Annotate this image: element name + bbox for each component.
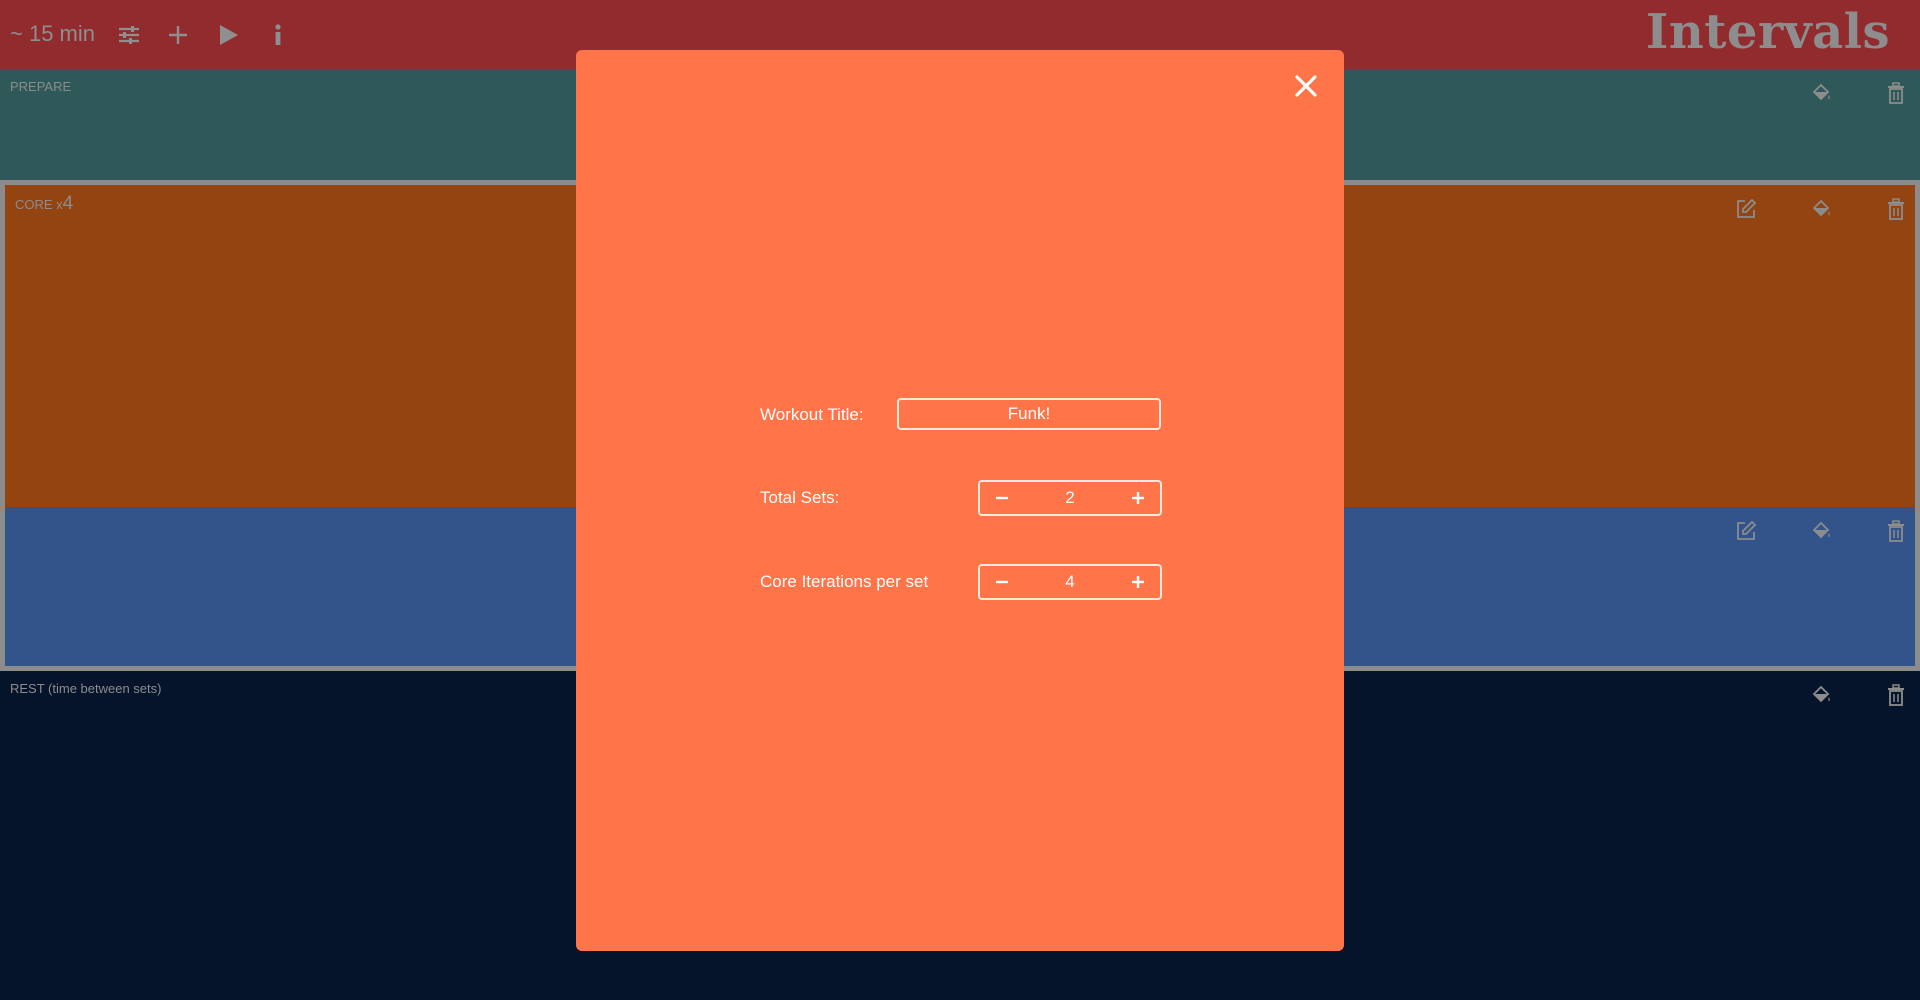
core-iterations-label: Core Iterations per set (760, 572, 929, 591)
workout-duration: ~ 15 min (10, 21, 95, 46)
trash-icon[interactable] (1882, 681, 1910, 709)
core-label-text: CORE x (15, 197, 63, 212)
core-multiplier: 4 (62, 193, 74, 214)
plus-icon[interactable] (1116, 566, 1160, 598)
close-icon[interactable] (1290, 70, 1322, 102)
paint-bucket-icon[interactable] (1807, 195, 1835, 223)
section-label-core: CORE x4 (15, 193, 73, 215)
total-sets-stepper: 2 (978, 480, 1162, 516)
section-label-rest: REST (time between sets) (10, 681, 162, 696)
info-icon[interactable] (261, 18, 295, 52)
plus-icon[interactable] (1116, 482, 1160, 514)
core-iterations-value: 4 (1065, 572, 1075, 591)
section-label-prepare: PREPARE (10, 79, 72, 94)
edit-icon[interactable] (1732, 195, 1760, 223)
core-iterations-row: Core Iterations per set 4 (760, 564, 1162, 600)
trash-icon[interactable] (1882, 195, 1910, 223)
trash-icon[interactable] (1882, 517, 1910, 545)
total-sets-value: 2 (1065, 488, 1075, 507)
minus-icon[interactable] (980, 566, 1024, 598)
workout-title-row: Workout Title: (760, 397, 1161, 433)
workout-title-label: Workout Title: (760, 405, 864, 424)
workout-title-input[interactable] (897, 398, 1161, 430)
core-iterations-stepper: 4 (978, 564, 1162, 600)
total-sets-label: Total Sets: (760, 488, 840, 507)
paint-bucket-icon[interactable] (1807, 79, 1835, 107)
paint-bucket-icon[interactable] (1807, 681, 1835, 709)
add-interval-icon[interactable] (161, 18, 195, 52)
trash-icon[interactable] (1882, 79, 1910, 107)
workout-settings-modal: Workout Title: Total Sets: 2 Core Iterat… (576, 50, 1344, 951)
settings-sliders-icon[interactable] (112, 18, 146, 52)
edit-icon[interactable] (1732, 517, 1760, 545)
app-title: Intervals (1645, 4, 1890, 60)
play-icon[interactable] (211, 18, 245, 52)
total-sets-row: Total Sets: 2 (760, 480, 1162, 516)
minus-icon[interactable] (980, 482, 1024, 514)
paint-bucket-icon[interactable] (1807, 517, 1835, 545)
